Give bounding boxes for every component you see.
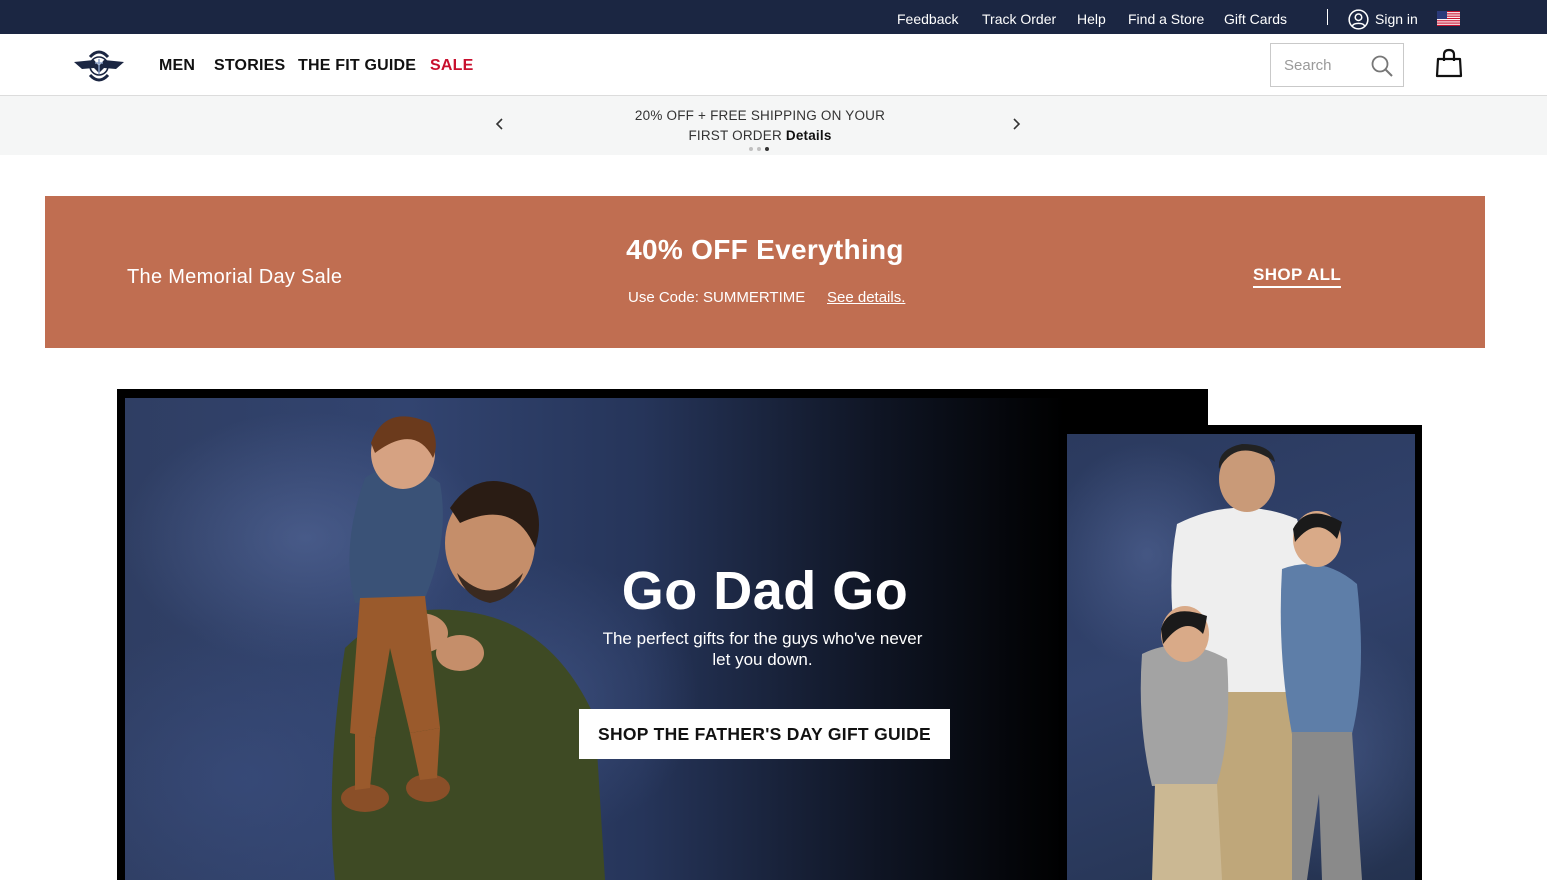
- feedback-link[interactable]: Feedback: [897, 0, 958, 34]
- nav-stories[interactable]: STORIES: [214, 34, 285, 96]
- chevron-right-icon[interactable]: [1007, 113, 1025, 135]
- chevron-left-icon[interactable]: [491, 113, 509, 135]
- carousel-dot-2[interactable]: [757, 147, 761, 151]
- promo-line-2: FIRST ORDER: [688, 128, 782, 143]
- carousel-dot-3[interactable]: [765, 147, 769, 151]
- shop-all-link[interactable]: SHOP ALL: [1253, 265, 1342, 288]
- find-a-store-link[interactable]: Find a Store: [1128, 0, 1204, 34]
- sign-in-link[interactable]: Sign in: [1375, 0, 1418, 34]
- utility-divider: [1327, 9, 1328, 25]
- sale-name: The Memorial Day Sale: [127, 266, 343, 288]
- carousel-dot-1[interactable]: [749, 147, 753, 151]
- search-icon[interactable]: [1370, 54, 1394, 78]
- sale-headline: 40% OFF Everything: [626, 234, 904, 265]
- promo-message: 20% OFF + FREE SHIPPING ON YOUR FIRST OR…: [600, 106, 920, 146]
- nav-sale[interactable]: SALE: [430, 34, 473, 96]
- search-box: [1270, 43, 1404, 87]
- promo-details-link[interactable]: Details: [786, 128, 832, 143]
- us-flag-icon[interactable]: [1437, 11, 1460, 26]
- promo-carousel: 20% OFF + FREE SHIPPING ON YOUR FIRST OR…: [0, 96, 1547, 155]
- hero-subtitle: The perfect gifts for the guys who've ne…: [602, 629, 923, 669]
- dockers-logo[interactable]: [72, 45, 126, 87]
- sale-banner: The Memorial Day Sale 40% OFF Everything…: [45, 196, 1485, 348]
- father-sons-illustration: [1140, 444, 1362, 880]
- sale-promo-code: Use Code: SUMMERTIME: [628, 289, 806, 306]
- promo-line-1: 20% OFF + FREE SHIPPING ON YOUR: [634, 108, 886, 123]
- nav-men[interactable]: MEN: [159, 34, 195, 96]
- father-son-illustration: [331, 416, 605, 880]
- utility-bar: Feedback Track Order Help Find a Store G…: [0, 0, 1547, 34]
- user-account-icon[interactable]: [1348, 9, 1369, 30]
- carousel-dots: [749, 147, 773, 152]
- shop-gift-guide-button[interactable]: SHOP THE FATHER'S DAY GIFT GUIDE: [579, 709, 950, 759]
- track-order-link[interactable]: Track Order: [982, 0, 1056, 34]
- promo-line-2-wrap: FIRST ORDER Details: [600, 126, 920, 146]
- hero-title: Go Dad Go: [621, 561, 909, 621]
- main-header: MEN STORIES THE FIT GUIDE SALE: [0, 34, 1547, 96]
- shopping-bag-icon[interactable]: [1435, 48, 1463, 78]
- nav-fit-guide[interactable]: THE FIT GUIDE: [298, 34, 416, 96]
- sale-see-details-link[interactable]: See details.: [827, 289, 905, 306]
- gift-cards-link[interactable]: Gift Cards: [1224, 0, 1287, 34]
- hero-side-panel[interactable]: [1059, 425, 1422, 880]
- help-link[interactable]: Help: [1077, 0, 1106, 34]
- hero-photo-father-and-sons: [1067, 434, 1415, 880]
- search-input[interactable]: [1271, 44, 1367, 86]
